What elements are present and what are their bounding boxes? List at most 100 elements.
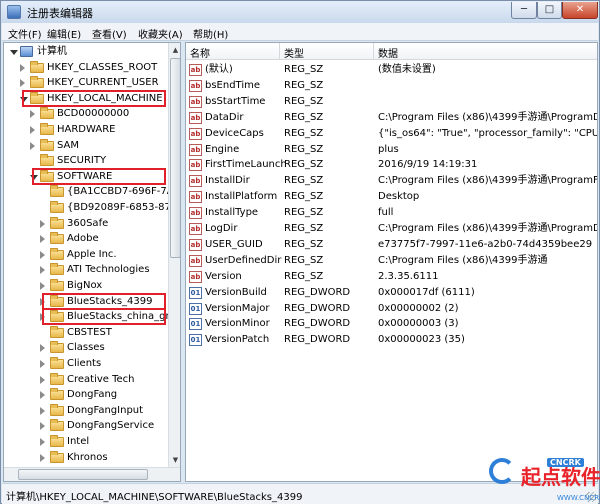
tree-item[interactable]: Classes bbox=[4, 340, 168, 356]
expand-arrow-icon[interactable] bbox=[40, 266, 45, 275]
tree-item[interactable]: BlueStacks_4399 bbox=[4, 292, 168, 310]
tree-item[interactable]: DongFang bbox=[4, 387, 168, 403]
tree-item[interactable]: Khronos bbox=[4, 450, 168, 466]
value-row[interactable]: ab DataDir REG_SZ C:\Program Files (x86)\43… bbox=[186, 110, 597, 126]
value-row[interactable]: ab InstallPlatform REG_SZ Desktop bbox=[186, 189, 597, 205]
value-data: C:\Program Files (x86)\4399手游通\ProgramFi… bbox=[378, 175, 598, 187]
value-row[interactable]: 01 VersionMajor REG_DWORD 0x00000002 (2) bbox=[186, 301, 597, 317]
value-row[interactable]: ab Version REG_SZ 2.3.35.6111 bbox=[186, 269, 597, 285]
value-type: REG_SZ bbox=[284, 127, 324, 139]
value-row[interactable]: ab InstallDir REG_SZ C:\Program Files (x86)… bbox=[186, 173, 598, 189]
watermark-logo-icon bbox=[489, 458, 515, 484]
expand-arrow-icon[interactable] bbox=[40, 406, 45, 415]
menu-edit[interactable]: 编辑(E) bbox=[47, 26, 81, 41]
scroll-thumb[interactable] bbox=[170, 58, 180, 258]
tree-item[interactable]: HARDWARE bbox=[4, 122, 168, 138]
tree-horizontal-scrollbar[interactable] bbox=[4, 467, 180, 481]
expand-arrow-icon[interactable] bbox=[30, 141, 35, 150]
expand-arrow-icon[interactable] bbox=[40, 453, 45, 462]
column-type-header[interactable]: 类型 bbox=[284, 45, 304, 60]
string-value-icon: ab bbox=[189, 207, 202, 220]
expand-arrow-icon[interactable] bbox=[40, 375, 45, 384]
expand-arrow-icon[interactable] bbox=[40, 344, 45, 353]
expand-arrow-icon[interactable] bbox=[40, 422, 45, 431]
menu-file[interactable]: 文件(F) bbox=[8, 26, 42, 41]
value-row[interactable]: ab FirstTimeLaunch REG_SZ 2016/9/19 14:19:3… bbox=[186, 157, 597, 173]
menu-help[interactable]: 帮助(H) bbox=[193, 26, 228, 41]
scroll-down-arrow-icon[interactable]: ▼ bbox=[169, 453, 180, 467]
value-data: C:\Program Files (x86)\4399手游通\ProgramDa bbox=[378, 223, 598, 234]
value-name: bsStartTime bbox=[205, 95, 266, 107]
tree-item[interactable]: 计算机 bbox=[4, 44, 168, 60]
column-divider[interactable] bbox=[279, 43, 280, 60]
expand-arrow-icon[interactable] bbox=[20, 63, 25, 72]
tree-item[interactable]: Adobe bbox=[4, 231, 168, 247]
expand-arrow-icon[interactable] bbox=[40, 282, 45, 290]
expand-arrow-icon[interactable] bbox=[40, 438, 45, 446]
menu-bar: 文件(F) 编辑(E) 查看(V) 收藏夹(A) 帮助(H) bbox=[2, 23, 598, 41]
value-row[interactable]: ab UserDefinedDir REG_SZ C:\Program Files (… bbox=[186, 253, 597, 269]
hscroll-thumb[interactable] bbox=[18, 469, 148, 480]
menu-view[interactable]: 查看(V) bbox=[92, 26, 127, 41]
expand-arrow-icon[interactable] bbox=[20, 79, 25, 88]
menu-favorites[interactable]: 收藏夹(A) bbox=[138, 26, 183, 41]
string-value-icon: ab bbox=[189, 79, 202, 92]
column-data-header[interactable]: 数据 bbox=[378, 45, 398, 60]
column-name-header[interactable]: 名称 bbox=[190, 45, 210, 60]
tree-item[interactable]: SAM bbox=[4, 138, 168, 154]
tree-item[interactable]: Apple Inc. bbox=[4, 247, 168, 263]
value-name: FirstTimeLaunch bbox=[205, 159, 287, 171]
value-row[interactable]: ab Engine REG_SZ plus bbox=[186, 142, 597, 158]
tree-item[interactable]: DongFangInput bbox=[4, 403, 168, 419]
maximize-button[interactable]: □ bbox=[537, 2, 562, 19]
close-button[interactable]: ✕ bbox=[562, 2, 598, 19]
highlight-box bbox=[42, 308, 166, 326]
value-type: REG_DWORD bbox=[284, 334, 351, 346]
expand-arrow-icon[interactable] bbox=[40, 391, 45, 400]
tree-item[interactable]: HKEY_CLASSES_ROOT bbox=[4, 60, 168, 76]
value-row[interactable]: ab bsEndTime REG_SZ bbox=[186, 78, 597, 94]
value-row[interactable]: 01 VersionPatch REG_DWORD 0x00000023 (35) bbox=[186, 332, 597, 348]
tree-item[interactable]: BigNox bbox=[4, 278, 168, 294]
expand-arrow-icon[interactable] bbox=[40, 360, 45, 368]
tree-item[interactable]: HKEY_CURRENT_USER bbox=[4, 75, 168, 91]
tree-item-label: SAM bbox=[57, 139, 80, 151]
value-row[interactable]: ab InstallType REG_SZ full bbox=[186, 205, 597, 221]
expand-arrow-icon[interactable] bbox=[40, 250, 45, 259]
expand-arrow-icon[interactable] bbox=[30, 126, 35, 134]
tree-item[interactable]: BlueStacks_china_gm bbox=[4, 308, 175, 326]
tree-item[interactable]: {BA1CCBD7-696F-7A5 bbox=[4, 184, 180, 200]
binary-value-icon: 01 bbox=[189, 318, 202, 331]
tree-item[interactable]: Clients bbox=[4, 356, 168, 372]
expand-arrow-icon[interactable] bbox=[30, 110, 35, 119]
value-row[interactable]: ab bsStartTime REG_SZ bbox=[186, 94, 597, 110]
column-divider[interactable] bbox=[373, 43, 374, 60]
value-row[interactable]: ab (默认) REG_SZ (数值未设置) bbox=[186, 62, 597, 78]
tree-item[interactable]: {BD92089F-6853-87F bbox=[4, 200, 177, 216]
expand-arrow-icon[interactable] bbox=[40, 219, 45, 228]
value-row[interactable]: ab USER_GUID REG_SZ e73775f7-7997-11e6-a2b0… bbox=[186, 237, 597, 253]
tree-item[interactable]: Intel bbox=[4, 434, 168, 450]
tree-item-label: 360Safe bbox=[67, 217, 109, 229]
value-row[interactable]: 01 VersionBuild REG_DWORD 0x000017df (6111) bbox=[186, 285, 597, 301]
value-row[interactable]: ab DeviceCaps REG_SZ {"is_os64": "True", "p… bbox=[186, 126, 597, 142]
key-tree-pane[interactable]: 计算机 HKEY_CLASSES_ROOT HKEY_CURRENT_USER HKE… bbox=[3, 42, 181, 482]
tree-item[interactable]: 360Safe bbox=[4, 216, 168, 232]
tree-item[interactable]: ATI Technologies bbox=[4, 262, 168, 278]
tree-item[interactable]: HKEY_LOCAL_MACHINE bbox=[4, 89, 168, 107]
tree-item[interactable]: DongFangService bbox=[4, 418, 168, 434]
value-row[interactable]: ab LogDir REG_SZ C:\Program Files (x86)\439… bbox=[186, 221, 598, 237]
collapse-arrow-icon[interactable] bbox=[10, 50, 18, 55]
value-row[interactable]: 01 VersionMinor REG_DWORD 0x00000003 (3) bbox=[186, 316, 597, 332]
tree-item[interactable]: Creative Tech bbox=[4, 372, 168, 388]
values-pane[interactable]: 名称 类型 数据 ab (默认) REG_SZ (数值未设置) ab bsEndTime R… bbox=[185, 42, 598, 482]
value-data: C:\Program Files (x86)\4399手游通 bbox=[378, 254, 548, 266]
tree-item[interactable]: SECURITY bbox=[4, 153, 168, 169]
tree-item[interactable]: BCD00000000 bbox=[4, 106, 168, 122]
tree-vertical-scrollbar[interactable]: ▲ ▼ bbox=[168, 43, 180, 467]
tree-item[interactable]: CBSTEST bbox=[4, 325, 168, 341]
expand-arrow-icon[interactable] bbox=[40, 235, 45, 244]
minimize-button[interactable]: ─ bbox=[511, 2, 537, 19]
scroll-up-arrow-icon[interactable]: ▲ bbox=[169, 43, 180, 57]
tree-item[interactable]: SOFTWARE bbox=[4, 167, 168, 185]
